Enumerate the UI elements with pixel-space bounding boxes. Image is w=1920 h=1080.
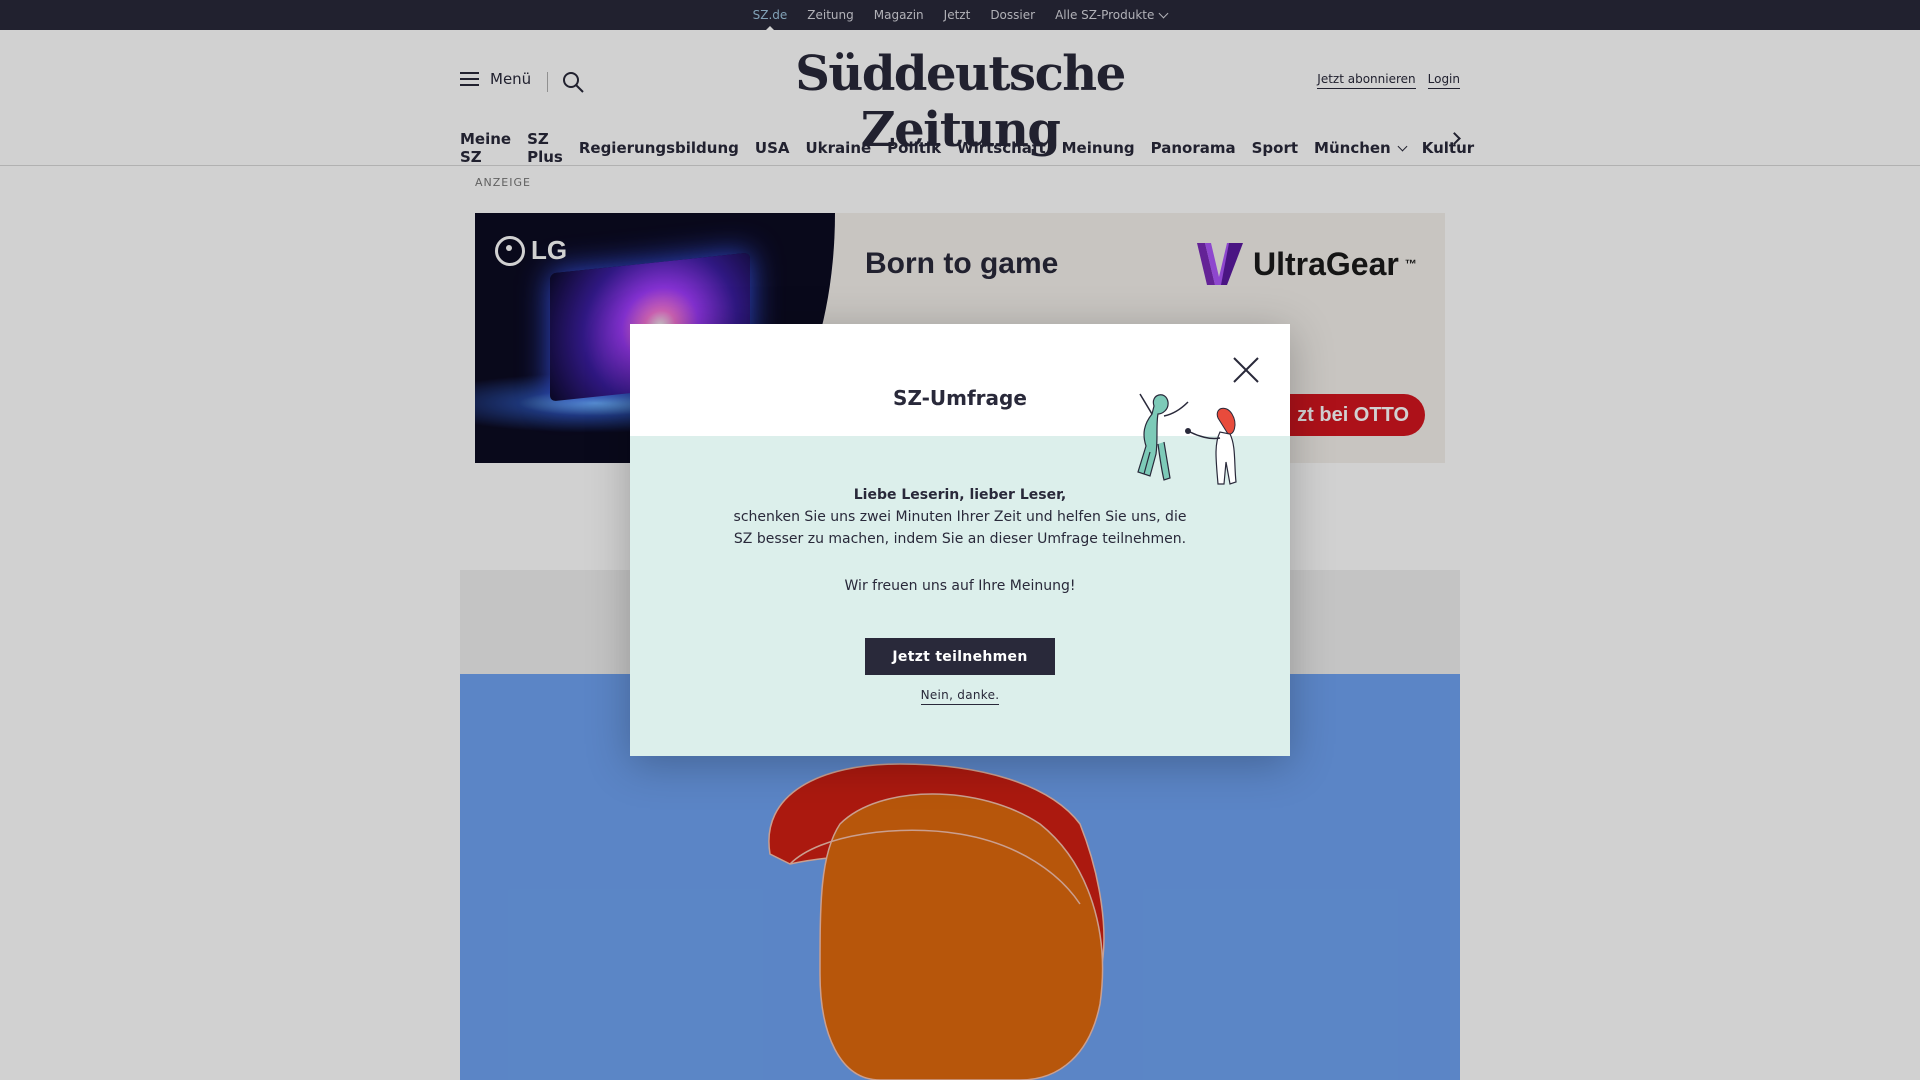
modal-message: Liebe Leserin, lieber Leser, schenken Si… [630, 484, 1290, 597]
modal-body-text: schenken Sie uns zwei Minuten Ihrer Zeit… [733, 509, 1187, 547]
modal-thanks: Wir freuen uns auf Ihre Meinung! [844, 578, 1076, 594]
participate-button[interactable]: Jetzt teilnehmen [865, 638, 1055, 675]
close-icon[interactable] [1230, 354, 1262, 386]
survey-modal: SZ-Umfrage Liebe Leserin, lieber Leser, … [630, 324, 1290, 756]
modal-greeting: Liebe Leserin, lieber Leser, [853, 487, 1067, 503]
decline-link[interactable]: Nein, danke. [920, 688, 1000, 705]
decline-link-wrapper: Nein, danke. [630, 688, 1290, 705]
